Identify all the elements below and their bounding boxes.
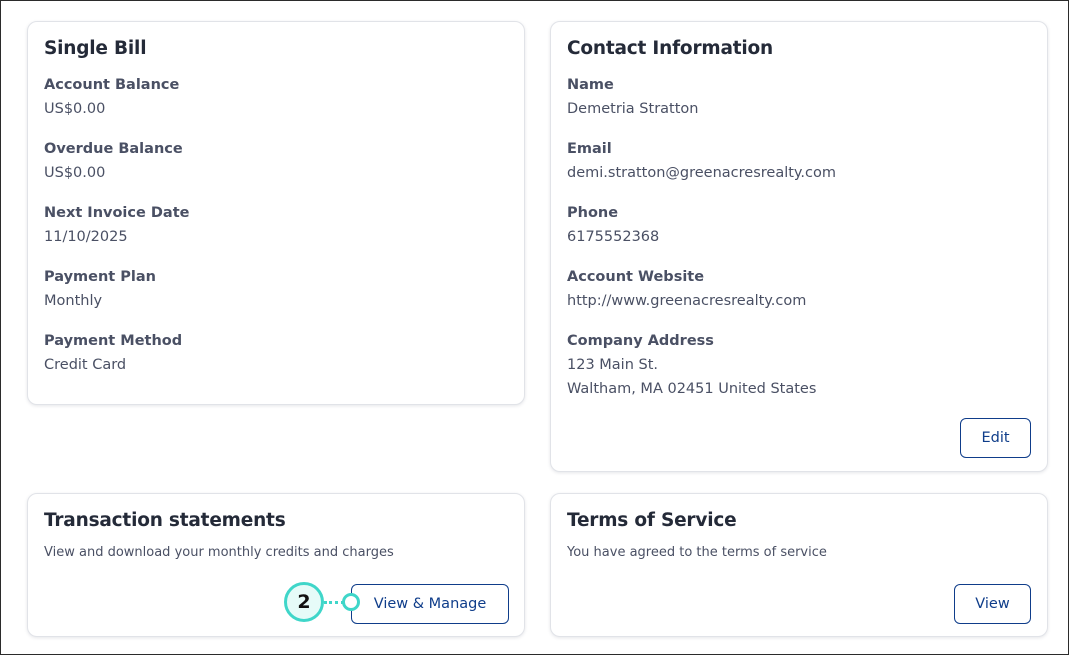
email-value: demi.stratton@greenacresrealty.com xyxy=(567,165,837,181)
terms-of-service-description: You have agreed to the terms of service xyxy=(567,545,827,560)
single-bill-card: Single Bill Account Balance US$0.00 Over… xyxy=(27,21,525,405)
overdue-balance-label: Overdue Balance xyxy=(44,141,183,157)
payment-method-label: Payment Method xyxy=(44,333,183,349)
overdue-balance-value: US$0.00 xyxy=(44,165,106,181)
view-terms-button[interactable]: View xyxy=(954,584,1031,624)
company-address-label: Company Address xyxy=(567,333,714,349)
page-frame: Single Bill Account Balance US$0.00 Over… xyxy=(0,0,1069,655)
next-invoice-date-field: Next Invoice Date 11/10/2025 xyxy=(44,201,189,249)
payment-plan-field: Payment Plan Monthly xyxy=(44,265,156,313)
name-label: Name xyxy=(567,77,614,93)
address-line-2: Waltham, MA 02451 United States xyxy=(567,381,817,397)
transaction-statements-title: Transaction statements xyxy=(44,510,286,531)
edit-contact-button[interactable]: Edit xyxy=(960,418,1031,458)
phone-value: 6175552368 xyxy=(567,229,660,245)
payment-plan-value: Monthly xyxy=(44,293,103,309)
account-balance-value: US$0.00 xyxy=(44,101,106,117)
next-invoice-date-label: Next Invoice Date xyxy=(44,205,190,221)
email-field: Email demi.stratton@greenacresrealty.com xyxy=(567,137,836,185)
transaction-statements-card: Transaction statements View and download… xyxy=(27,493,525,637)
phone-label: Phone xyxy=(567,205,619,221)
address-line-1: 123 Main St. xyxy=(567,357,659,373)
contact-information-title: Contact Information xyxy=(567,38,773,59)
payment-method-value: Credit Card xyxy=(44,357,127,373)
step-callout: 2 xyxy=(284,582,362,622)
name-field: Name Demetria Stratton xyxy=(567,73,698,121)
single-bill-title: Single Bill xyxy=(44,38,147,59)
company-address-field: Company Address 123 Main St. Waltham, MA… xyxy=(567,329,816,401)
account-website-value: http://www.greenacresrealty.com xyxy=(567,293,807,309)
payment-plan-label: Payment Plan xyxy=(44,269,156,285)
next-invoice-date-value: 11/10/2025 xyxy=(44,229,128,245)
terms-of-service-title: Terms of Service xyxy=(567,510,737,531)
view-manage-button[interactable]: View & Manage xyxy=(351,584,509,624)
overdue-balance-field: Overdue Balance US$0.00 xyxy=(44,137,183,185)
name-value: Demetria Stratton xyxy=(567,101,699,117)
transaction-statements-description: View and download your monthly credits a… xyxy=(44,545,394,560)
account-balance-label: Account Balance xyxy=(44,77,180,93)
callout-pointer-dot xyxy=(342,593,360,611)
contact-information-card: Contact Information Name Demetria Stratt… xyxy=(550,21,1048,472)
account-website-field: Account Website http://www.greenacresrea… xyxy=(567,265,806,313)
terms-of-service-card: Terms of Service You have agreed to the … xyxy=(550,493,1048,637)
step-number-badge: 2 xyxy=(284,582,324,622)
email-label: Email xyxy=(567,141,612,157)
payment-method-field: Payment Method Credit Card xyxy=(44,329,182,377)
callout-connector-line xyxy=(324,601,344,604)
account-website-label: Account Website xyxy=(567,269,705,285)
phone-field: Phone 6175552368 xyxy=(567,201,659,249)
account-balance-field: Account Balance US$0.00 xyxy=(44,73,179,121)
